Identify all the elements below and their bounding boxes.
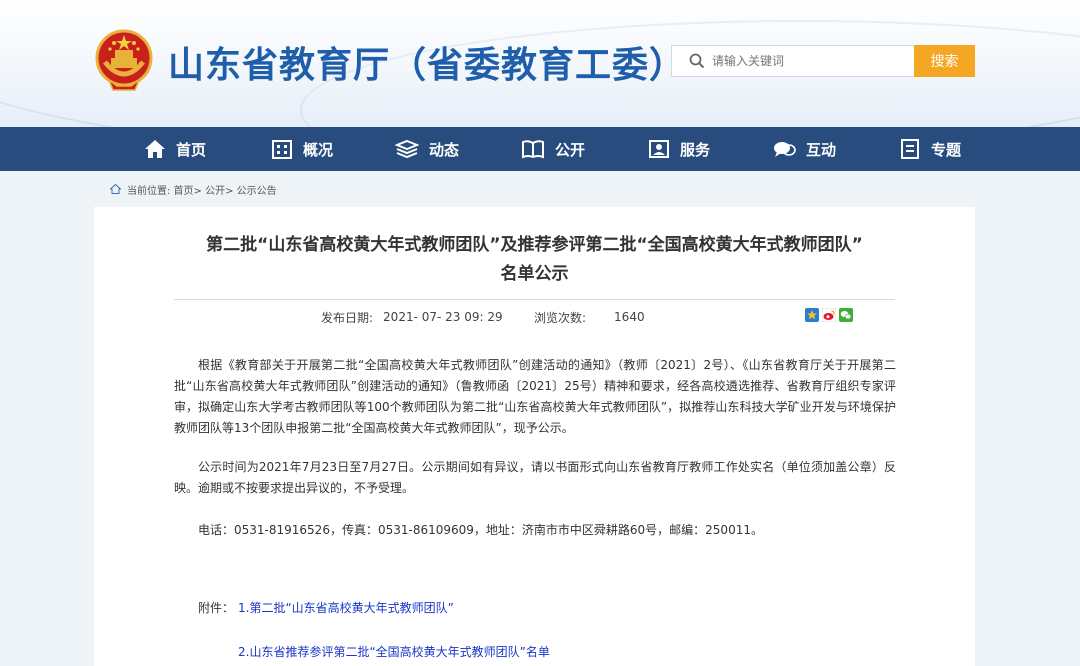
qzone-share-icon[interactable]: [805, 308, 819, 322]
chat-icon: [774, 142, 796, 157]
nav-item-home[interactable]: 首页: [144, 127, 206, 171]
national-emblem-logo: [95, 28, 153, 92]
views-label: 浏览次数:: [534, 310, 587, 325]
title-divider: [174, 299, 895, 300]
article-title: 第二批“山东省高校黄大年式教师团队”及推荐参评第二批“全国高校黄大年式教师团队”…: [154, 231, 915, 289]
building-icon: [272, 140, 292, 159]
service-icon: [649, 140, 669, 158]
publish-date: 发布日期: 2021- 07- 23 09: 29: [321, 309, 503, 325]
nav-item-public[interactable]: 公开: [521, 127, 585, 171]
weibo-share-icon[interactable]: [822, 308, 836, 322]
nav-item-interact[interactable]: 互动: [772, 127, 836, 171]
home-icon: [110, 184, 121, 194]
nav-item-overview[interactable]: 概况: [271, 127, 333, 171]
publish-date-value: 2021- 07- 23 09: 29: [383, 310, 503, 324]
nav-label: 首页: [176, 140, 207, 159]
breadcrumb-text[interactable]: 当前位置: 首页> 公开> 公示公告: [127, 182, 277, 197]
nav-label: 公开: [555, 140, 586, 159]
publish-label: 发布日期:: [321, 310, 374, 325]
main-nav: 首页 概况 动态 公开 服务 互动 专题: [0, 127, 1080, 171]
article-paragraph: 公示时间为2021年7月23日至7月27日。公示期间如有异议，请以书面形式向山东…: [174, 460, 896, 495]
nav-item-news[interactable]: 动态: [395, 127, 459, 171]
search-icon: [682, 46, 712, 76]
attachment-link-2[interactable]: 2.山东省推荐参评第二批“全国高校黄大年式教师团队”名单: [238, 643, 550, 660]
article-title-line: 名单公示: [500, 264, 569, 284]
nav-item-service[interactable]: 服务: [648, 127, 710, 171]
nav-item-topics[interactable]: 专题: [899, 127, 961, 171]
topic-icon: [901, 139, 919, 159]
views-value: 1640: [614, 310, 645, 324]
attachment-link-1[interactable]: 1.第二批“山东省高校黄大年式教师团队”: [238, 599, 454, 616]
article-paragraph: 根据《教育部关于开展第二批“全国高校黄大年式教师团队”创建活动的通知》（教师〔2…: [174, 358, 896, 435]
site-header: 山东省教育厅（省委教育工委） 搜索: [0, 0, 1080, 127]
contact-info: 电话：0531-81916526，传真：0531-86109609，地址：济南市…: [198, 523, 763, 537]
nav-label: 专题: [931, 140, 962, 159]
site-title: 山东省教育厅（省委教育工委）: [168, 45, 687, 86]
article-panel: 第二批“山东省高校黄大年式教师团队”及推荐参评第二批“全国高校黄大年式教师团队”…: [94, 207, 975, 666]
nav-label: 服务: [680, 140, 711, 159]
nav-label: 互动: [806, 140, 837, 159]
nav-label: 概况: [303, 140, 334, 159]
search-input[interactable]: [712, 54, 902, 68]
article-title-line: 第二批“山东省高校黄大年式教师团队”及推荐参评第二批“全国高校黄大年式教师团队”: [206, 235, 863, 255]
share-buttons: [805, 308, 853, 322]
view-count: 浏览次数: 1640: [534, 309, 645, 325]
book-icon: [522, 140, 544, 159]
search-box[interactable]: [671, 45, 914, 77]
layers-icon: [395, 139, 419, 159]
attachment-label: 附件：: [198, 601, 235, 615]
breadcrumb: 当前位置: 首页> 公开> 公示公告: [110, 181, 277, 197]
wechat-share-icon[interactable]: [839, 308, 853, 322]
nav-label: 动态: [429, 140, 460, 159]
search-button[interactable]: 搜索: [914, 45, 975, 77]
home-icon: [145, 140, 165, 158]
